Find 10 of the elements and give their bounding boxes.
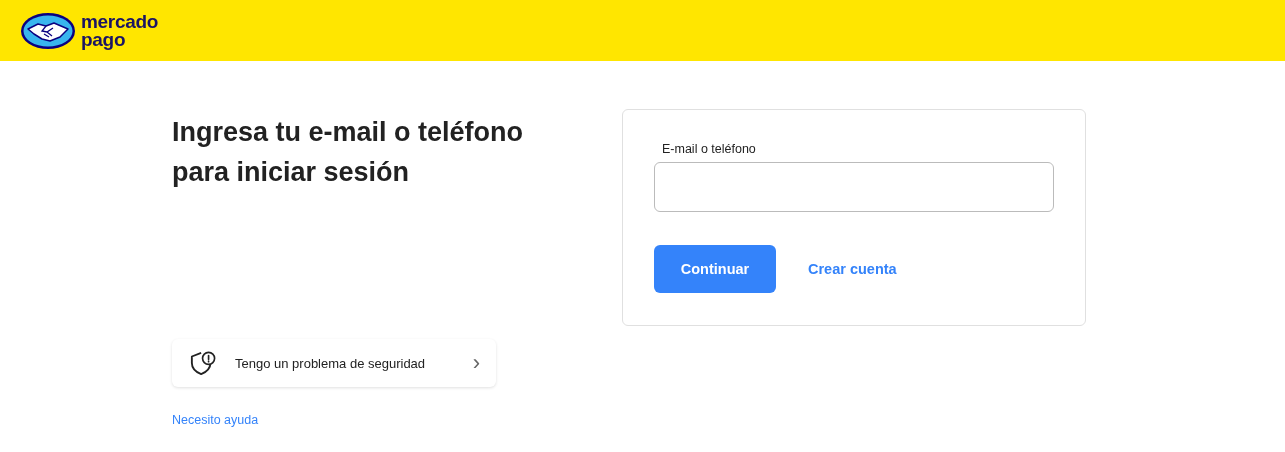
help-link[interactable]: Necesito ayuda [172,413,259,427]
email-input-field[interactable] [654,162,1054,212]
field-label: E-mail o teléfono [662,142,757,156]
continue-button[interactable]: Continuar [654,245,776,293]
page-heading: Ingresa tu e-mail o teléfono para iniciar sesión [172,116,525,189]
create-account-link[interactable]: Crear cuenta [808,261,897,277]
logo-wordmark: mercado pago [81,12,159,49]
handshake-logo-icon [20,11,76,50]
security-problem-item[interactable]: Tengo un problema de seguridad › [172,339,496,387]
shield-alert-icon [188,350,218,376]
